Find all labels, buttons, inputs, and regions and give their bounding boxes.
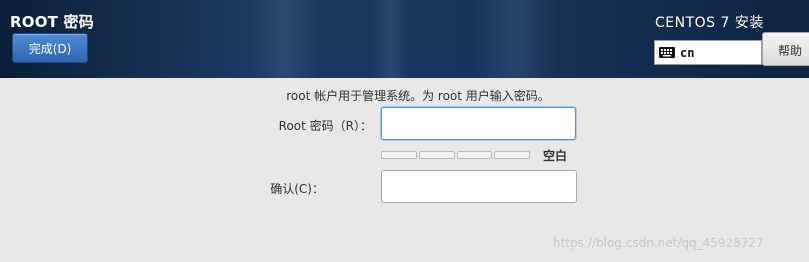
header-decoration xyxy=(250,0,320,78)
strength-segment xyxy=(381,151,417,159)
strength-segment xyxy=(418,151,455,159)
page-title: ROOT 密码 xyxy=(10,13,94,31)
root-password-input[interactable] xyxy=(381,107,576,140)
password-label: Root 密码（R）： xyxy=(278,119,372,133)
password-strength-bar xyxy=(381,151,530,159)
help-button[interactable]: 帮助 xyxy=(762,32,809,66)
header-decoration xyxy=(470,0,560,78)
confirm-label: 确认(C)： xyxy=(270,182,324,196)
keyboard-layout-indicator[interactable]: cn xyxy=(654,40,762,65)
confirm-password-input[interactable] xyxy=(381,170,577,203)
watermark: https://blog.csdn.net/qq_45928727 xyxy=(553,236,764,250)
strength-segment xyxy=(456,151,493,159)
form-description: root 帐户用于管理系统。为 root 用户输入密码。 xyxy=(286,89,550,103)
header-decoration xyxy=(370,0,410,78)
keyboard-icon xyxy=(659,47,675,58)
strength-segment xyxy=(494,151,530,159)
done-button[interactable]: 完成(D) xyxy=(12,33,88,63)
password-strength-label: 空白 xyxy=(543,149,568,163)
install-title: CENTOS 7 安装 xyxy=(655,15,764,31)
keyboard-layout-label: cn xyxy=(680,45,695,60)
